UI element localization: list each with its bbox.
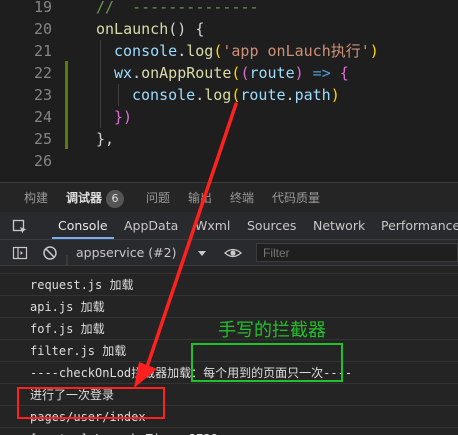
annotation-green-box: [191, 343, 343, 382]
console-message: api.js 加载: [0, 296, 458, 318]
code-token: onAppRoute: [141, 64, 232, 82]
code-text: wx.onAppRoute((route) => {: [114, 62, 349, 84]
line-number: 20: [33, 20, 52, 38]
code-token: console: [132, 86, 196, 104]
tab-console[interactable]: Console: [52, 212, 114, 239]
code-text: }): [114, 106, 132, 128]
code-text: console.log(route.path): [132, 84, 340, 106]
code-text: onLaunch() {: [96, 18, 204, 40]
code-line[interactable]: 24}): [0, 106, 458, 128]
indent-guide: [118, 84, 119, 106]
context-dropdown-separator: [66, 248, 70, 265]
code-token: // --------------: [96, 0, 259, 16]
code-token: ): [369, 42, 379, 60]
tab-sources[interactable]: Sources: [247, 212, 296, 239]
code-line[interactable]: 19 // --------------: [0, 0, 458, 18]
code-line[interactable]: 20 onLaunch() {: [0, 18, 458, 40]
code-text: },: [96, 128, 114, 150]
indent-guide: [100, 62, 101, 84]
debugger-count-badge: 6: [106, 190, 125, 208]
tab-issues[interactable]: 问题: [146, 183, 170, 213]
inspect-element-icon[interactable]: [12, 217, 28, 234]
code-line[interactable]: 26: [0, 150, 458, 172]
code-token: path: [294, 86, 331, 104]
console-message: request.js 加载: [0, 274, 458, 296]
code-token: {: [339, 64, 349, 82]
code-token: 'app onLauch执行': [222, 42, 370, 60]
code-line[interactable]: 25},: [0, 128, 458, 150]
code-editor[interactable]: 19 // -------------- 20 onLaunch() { 21 conso…: [0, 0, 458, 182]
chevron-down-icon: [198, 240, 207, 265]
clear-console-icon[interactable]: [42, 244, 58, 260]
tab-code-quality[interactable]: 代码质量: [272, 183, 320, 213]
code-token: route: [249, 64, 295, 82]
console-toolbar: appservice (#2): [0, 240, 458, 266]
code-token: ): [294, 64, 304, 82]
code-token: log: [204, 86, 232, 104]
code-token: }): [114, 108, 133, 126]
code-token: .: [195, 86, 205, 104]
console-line-partial: ·· · · · · · ·: [0, 266, 458, 274]
annotation-label: 手写的拦截器: [218, 320, 326, 341]
context-selector[interactable]: appservice (#2): [76, 240, 207, 265]
line-number: 22: [33, 64, 52, 82]
line-number: 24: [33, 108, 52, 126]
indent-guide: [100, 84, 101, 106]
line-number: 19: [33, 0, 52, 16]
code-line[interactable]: 22 wx.onAppRoute((route) => {: [0, 62, 458, 84]
sidebar-toggle-icon[interactable]: [12, 244, 28, 260]
code-token: () {: [168, 20, 205, 38]
tab-terminal[interactable]: 终端: [230, 183, 254, 213]
tab-network[interactable]: Network: [313, 212, 365, 239]
tab-appdata[interactable]: AppData: [124, 212, 178, 239]
tab-output[interactable]: 输出: [188, 183, 212, 213]
code-token: ): [330, 86, 340, 104]
live-expression-eye-icon[interactable]: [224, 244, 242, 260]
line-number: 21: [33, 42, 52, 60]
code-token: onLaunch: [96, 20, 169, 38]
context-selector-label: appservice (#2): [76, 245, 177, 260]
console-message: [system] Launch Time: 2738 ms: [0, 428, 458, 435]
tab-build[interactable]: 构建: [24, 183, 48, 213]
line-number: 26: [33, 152, 52, 170]
devtools-tabs: Console AppData Wxml Sources Network Per…: [0, 212, 458, 240]
code-token: console: [114, 42, 178, 60]
code-token: log: [186, 42, 214, 60]
tab-debugger-label: 调试器: [66, 191, 103, 205]
code-text: console.log('app onLauch执行'): [114, 40, 379, 62]
code-token: .: [132, 64, 142, 82]
code-token: route: [240, 86, 286, 104]
annotation-red-box: [17, 387, 165, 419]
code-token: .: [177, 42, 187, 60]
tab-performance[interactable]: Performance: [381, 212, 458, 239]
indent-guide: [100, 40, 101, 62]
code-token: =>: [303, 64, 340, 82]
code-token: },: [96, 130, 115, 148]
line-number: 25: [33, 130, 52, 148]
bottom-panel-tabs: 构建 调试器 6 问题 输出 终端 代码质量: [0, 182, 458, 212]
tab-debugger[interactable]: 调试器 6: [66, 183, 125, 213]
indent-guide: [100, 106, 101, 128]
filter-input[interactable]: [256, 243, 458, 262]
code-token: .: [285, 86, 295, 104]
tab-wxml[interactable]: Wxml: [195, 212, 230, 239]
code-token: wx: [114, 64, 133, 82]
code-text: // --------------: [96, 0, 259, 18]
line-number: 23: [33, 86, 52, 104]
code-line[interactable]: 23 console.log(route.path): [0, 84, 458, 106]
code-line[interactable]: 21 console.log('app onLauch执行'): [0, 40, 458, 62]
